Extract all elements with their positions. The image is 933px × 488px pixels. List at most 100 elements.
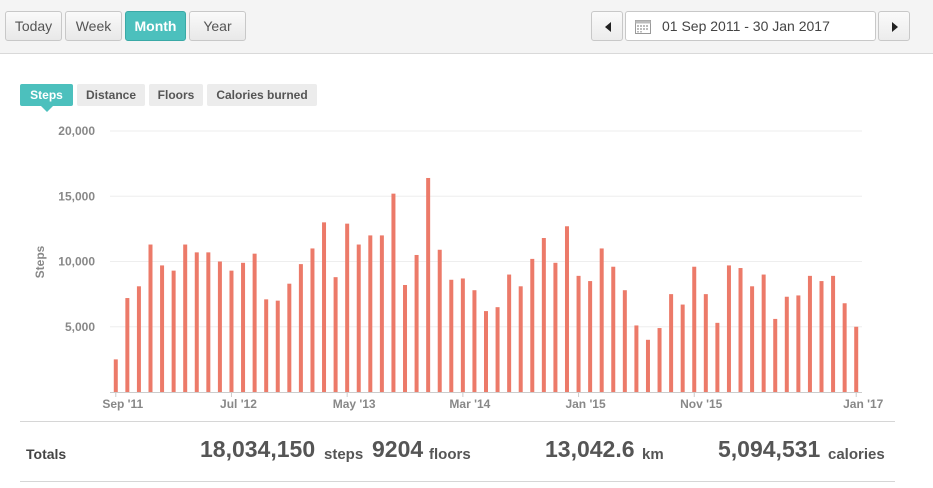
bar (773, 318, 778, 392)
bar (796, 295, 801, 392)
total-calories-unit: calories (828, 446, 885, 463)
bar (599, 248, 604, 392)
bar (275, 300, 280, 392)
total-calories-value: 5,094,531 (718, 436, 821, 462)
bar (229, 270, 234, 392)
bar (634, 325, 639, 392)
bar (368, 235, 373, 392)
triangle-left-icon (605, 22, 611, 32)
bar (507, 274, 512, 392)
chart-gridlines (110, 130, 862, 328)
bar (113, 359, 118, 392)
bar (310, 248, 315, 392)
period-month-button[interactable]: Month (125, 11, 186, 41)
period-year-button[interactable]: Year (189, 11, 246, 41)
bar (472, 290, 477, 392)
bar (553, 262, 558, 392)
bar (125, 298, 130, 392)
total-distance-unit: km (642, 446, 664, 463)
x-tick-label: May '13 (333, 397, 376, 411)
tab-floors[interactable]: Floors (149, 84, 203, 106)
y-tick-label: 10,000 (58, 255, 95, 269)
bar (356, 244, 361, 392)
bar (414, 254, 419, 392)
bar (692, 266, 697, 392)
bar (761, 274, 766, 392)
y-tick-label: 5,000 (65, 320, 95, 334)
bar (322, 222, 327, 392)
bar (194, 252, 199, 392)
toolbar: Today Week Month Year 01 Sep 2011 - 30 J… (0, 0, 933, 54)
bar (588, 281, 593, 392)
bar (136, 286, 141, 392)
bar (403, 284, 408, 392)
date-range-text: 01 Sep 2011 - 30 Jan 2017 (662, 18, 830, 34)
bar (264, 299, 269, 392)
tab-calories-burned[interactable]: Calories burned (207, 84, 317, 106)
total-distance-value: 13,042.6 (545, 436, 635, 462)
y-axis-label: Steps (33, 245, 47, 278)
bar (171, 270, 176, 392)
bar (715, 322, 720, 392)
bar (819, 281, 824, 392)
bar (541, 238, 546, 392)
y-axis-tick-labels: 5,000 10,000 15,000 20,000 (58, 124, 95, 334)
y-tick-label: 20,000 (58, 124, 95, 138)
bar (784, 296, 789, 392)
bar (379, 235, 384, 392)
x-tick-label: Sep '11 (102, 397, 143, 411)
bar (345, 223, 350, 392)
previous-range-button[interactable] (591, 11, 623, 41)
bar (206, 252, 211, 392)
y-tick-label: 15,000 (58, 189, 95, 203)
tab-steps[interactable]: Steps (20, 84, 73, 112)
bar (669, 294, 674, 392)
bar (680, 304, 685, 392)
bar (183, 244, 188, 392)
tab-steps-label: Steps (30, 88, 63, 102)
total-steps-value: 18,034,150 (200, 436, 316, 462)
total-steps-unit: steps (324, 446, 364, 463)
next-range-button[interactable] (878, 11, 910, 41)
period-today-button[interactable]: Today (5, 11, 62, 41)
bar (484, 311, 488, 392)
bar (460, 278, 465, 392)
bar (518, 286, 523, 392)
bar (645, 339, 650, 392)
x-tick-label: Jan '17 (843, 397, 884, 411)
chart-bars (113, 177, 859, 392)
bar (252, 253, 257, 392)
date-range-picker[interactable]: 01 Sep 2011 - 30 Jan 2017 (625, 11, 876, 41)
bar (426, 177, 431, 392)
bar (287, 283, 292, 392)
x-tick-label: Mar '14 (449, 397, 490, 411)
bar (495, 307, 500, 392)
bar (703, 294, 708, 392)
calendar-icon (635, 20, 651, 34)
bar (217, 261, 222, 392)
bar (298, 264, 303, 392)
bar (160, 265, 165, 392)
bar (854, 326, 859, 392)
totals-divider-top (20, 421, 895, 422)
bar (750, 286, 755, 392)
bar (564, 226, 569, 392)
x-tick-label: Jan '15 (565, 397, 606, 411)
period-week-button[interactable]: Week (65, 11, 122, 41)
bar (622, 290, 627, 392)
bar (241, 262, 246, 392)
steps-bar-chart: 5,000 10,000 15,000 20,000 Steps Sep '11 Jul… (33, 124, 884, 411)
total-floors-value: 9204 (372, 436, 424, 462)
bar (657, 328, 662, 392)
bar (530, 258, 535, 392)
bar (437, 249, 442, 392)
bar (831, 275, 836, 392)
triangle-right-icon (892, 22, 898, 32)
bar (611, 266, 616, 392)
bar (807, 275, 812, 392)
bar (449, 279, 454, 392)
total-floors-unit: floors (429, 446, 471, 463)
bar (333, 277, 338, 392)
tab-distance[interactable]: Distance (77, 84, 145, 106)
x-tick-label: Jul '12 (220, 397, 257, 411)
